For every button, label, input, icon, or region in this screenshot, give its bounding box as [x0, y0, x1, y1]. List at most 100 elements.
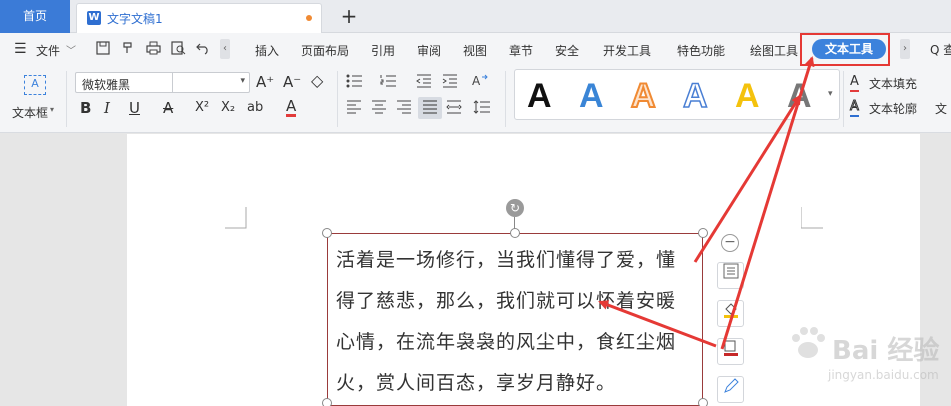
paw-logo-icon [792, 327, 825, 358]
text-style-gray[interactable]: A [787, 76, 812, 116]
tab-insert[interactable]: 插入 [255, 42, 279, 59]
text-style-yellow[interactable]: A [735, 76, 760, 116]
margin-corner-mark [225, 207, 247, 229]
textbox-tool-button[interactable]: A 文本框 ▾ [8, 71, 60, 127]
textbox-icon: A [24, 75, 46, 95]
hamburger-icon[interactable]: ☰ [14, 41, 27, 57]
decrease-indent-icon[interactable] [416, 74, 432, 92]
tab-home[interactable]: 首页 [0, 0, 70, 33]
text-style-blue-outline[interactable]: A [682, 76, 708, 116]
chevron-down-icon[interactable]: ﹀ [66, 42, 76, 57]
text-fill-icon[interactable]: A [850, 74, 859, 92]
layout-options-icon[interactable] [717, 262, 744, 289]
fill-color-icon[interactable] [717, 300, 744, 327]
format-painter-icon[interactable] [120, 41, 136, 57]
text-style-gallery[interactable]: A A A A A A [514, 69, 840, 120]
align-right-icon[interactable] [396, 100, 412, 118]
menu-file[interactable]: 文件 [36, 42, 60, 59]
text-outline-icon[interactable]: A [850, 99, 859, 117]
text-line: 活着是一场修行，当我们懂得了爱，懂 [336, 249, 677, 271]
underline-button[interactable]: U [129, 100, 140, 116]
print-icon[interactable] [145, 41, 161, 57]
text-effects-button[interactable]: 文 [935, 100, 947, 117]
increase-indent-icon[interactable] [442, 74, 458, 92]
font-name-value: 微软雅黑 [82, 78, 131, 92]
justify-icon[interactable] [418, 97, 442, 119]
wps-writer-icon: W [87, 11, 101, 25]
rotate-handle-icon[interactable]: ↻ [506, 199, 524, 217]
tab-chapter[interactable]: 章节 [509, 42, 533, 59]
text-line: 火，赏人间百态，享岁月静好。 [336, 372, 617, 394]
watermark-brand: Bai 经验 [832, 336, 940, 366]
tab-special-features[interactable]: 特色功能 [677, 42, 725, 59]
tab-security[interactable]: 安全 [555, 42, 579, 59]
tab-references[interactable]: 引用 [371, 42, 395, 59]
tab-review[interactable]: 审阅 [417, 42, 441, 59]
new-tab-button[interactable]: + [338, 3, 360, 29]
resize-handle-top-left[interactable] [322, 228, 332, 238]
tab-developer[interactable]: 开发工具 [603, 42, 651, 59]
distribute-icon[interactable] [446, 100, 462, 118]
tab-text-tools[interactable]: 文本工具 [812, 39, 886, 59]
search-icon[interactable]: Q 查 [930, 41, 951, 58]
svg-text:A: A [472, 74, 481, 88]
font-name-select[interactable]: 微软雅黑 ▾ [75, 72, 250, 93]
italic-button[interactable]: I [104, 100, 110, 116]
watermark-url: jingyan.baidu.com [828, 368, 939, 382]
line-spacing-icon[interactable] [473, 100, 491, 118]
textbox-label: 文本框 [12, 106, 49, 120]
text-outline-button[interactable]: 文本轮廓 [869, 100, 917, 117]
text-line: 得了慈悲，那么，我们就可以怀着安暖 [336, 290, 677, 312]
bold-button[interactable]: B [80, 100, 91, 116]
resize-handle-top[interactable] [510, 228, 520, 238]
bullet-list-icon[interactable] [346, 74, 364, 92]
text-style-blue[interactable]: A [579, 76, 604, 116]
numbered-list-icon[interactable] [380, 74, 398, 92]
gallery-expand-icon[interactable]: ▾ [828, 89, 833, 99]
text-line: 心情，在流年袅袅的风尘中，食红尘烟 [336, 331, 677, 353]
menu-bar: ☰ 文件 ﹀ ‹ 插入 页面布局 引用 审阅 视图 章节 安全 开发工具 特色功… [0, 33, 951, 67]
text-style-black[interactable]: A [527, 76, 552, 116]
edit-pen-icon[interactable] [717, 376, 744, 403]
save-icon[interactable] [95, 41, 111, 57]
divider [505, 71, 506, 127]
unsaved-dot-icon [306, 15, 312, 21]
font-color-button[interactable]: A [286, 98, 297, 117]
resize-handle-top-right[interactable] [698, 228, 708, 238]
superscript-button[interactable]: X² [195, 100, 209, 116]
margin-corner-mark [801, 207, 823, 229]
scroll-right-button[interactable]: › [900, 39, 910, 59]
align-left-icon[interactable] [346, 100, 362, 118]
text-fill-button[interactable]: 文本填充 [869, 75, 917, 92]
font-size-increase-button[interactable]: A⁺ [256, 74, 274, 90]
outline-color-icon[interactable] [717, 338, 744, 365]
tab-document[interactable]: W 文字文稿1 [76, 3, 322, 33]
divider [172, 73, 173, 92]
subscript-button[interactable]: X₂ [221, 100, 235, 116]
scroll-left-button[interactable]: ‹ [220, 39, 230, 59]
text-style-orange-outline[interactable]: A [630, 76, 657, 116]
tab-page-layout[interactable]: 页面布局 [301, 42, 349, 59]
collapse-toolbar-button[interactable]: − [721, 234, 739, 252]
align-center-icon[interactable] [371, 100, 387, 118]
tab-view[interactable]: 视图 [463, 42, 487, 59]
font-size-decrease-button[interactable]: A⁻ [283, 74, 301, 90]
undo-icon[interactable] [195, 41, 211, 57]
text-direction-icon[interactable]: A [470, 73, 490, 93]
chevron-down-icon: ▾ [50, 105, 55, 114]
clear-format-icon[interactable]: ◇ [311, 73, 323, 89]
ribbon-toolbar: A 文本框 ▾ 微软雅黑 ▾ A⁺ A⁻ ◇ B I U A X² X₂ ab … [0, 67, 951, 133]
strikethrough-button[interactable]: A [163, 100, 173, 116]
resize-handle-bottom-right[interactable] [698, 398, 708, 406]
print-preview-icon[interactable] [170, 41, 186, 57]
divider [337, 71, 338, 127]
resize-handle-bottom-left[interactable] [322, 398, 332, 406]
title-bar: 首页 W 文字文稿1 + [0, 0, 951, 33]
textbox-content[interactable]: 活着是一场修行，当我们懂得了爱，懂 得了慈悲，那么，我们就可以怀着安暖 心情，在… [336, 240, 698, 404]
document-title: 文字文稿1 [107, 12, 163, 26]
divider [843, 71, 844, 127]
chevron-down-icon: ▾ [240, 76, 245, 86]
tab-drawing-tools[interactable]: 绘图工具 [750, 42, 798, 59]
phonetic-guide-button[interactable]: ab [247, 100, 263, 116]
divider [66, 71, 67, 127]
